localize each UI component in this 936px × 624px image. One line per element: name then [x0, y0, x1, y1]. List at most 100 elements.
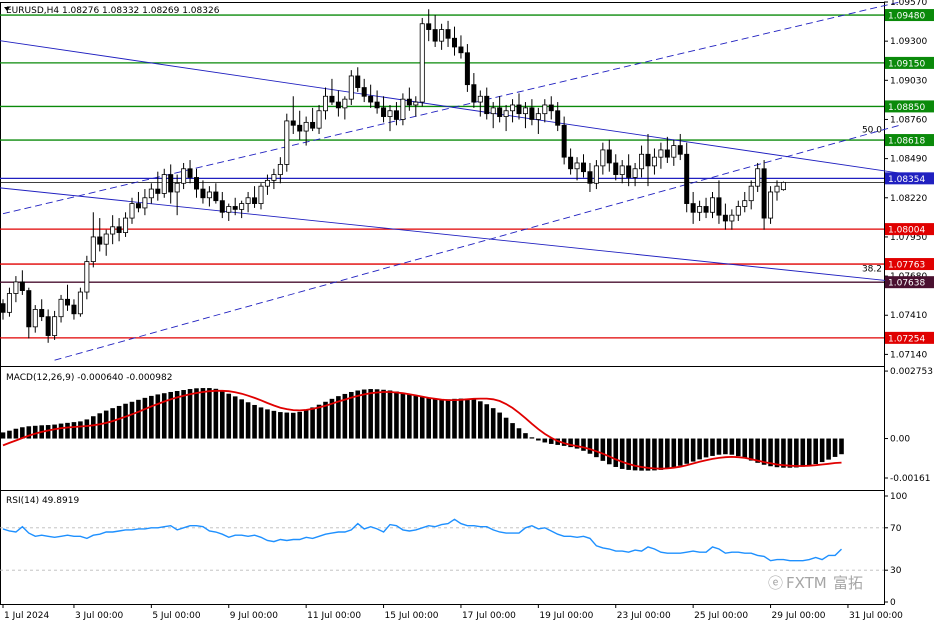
- candle-body: [355, 75, 361, 88]
- watermark-icon: ⓔ: [768, 574, 783, 592]
- candle-body: [65, 298, 71, 306]
- macd-histogram-bar: [794, 438, 799, 468]
- macd-histogram-bar: [0, 432, 6, 439]
- candle-body: [368, 95, 374, 103]
- candle-body: [219, 200, 225, 213]
- candle-body: [129, 203, 135, 219]
- candle-body: [284, 120, 290, 165]
- candle-body: [271, 174, 277, 181]
- time-tick-label: 3 Jul 00:00: [75, 611, 124, 621]
- rsi-tick-label: 30: [890, 566, 902, 576]
- candle-body: [26, 290, 32, 328]
- candle-body: [471, 84, 477, 103]
- candle-body: [174, 182, 180, 193]
- macd-histogram-bar: [458, 398, 464, 439]
- macd-histogram-bar: [665, 438, 670, 469]
- candle-body: [426, 23, 432, 30]
- rsi-tick-label: 0: [890, 598, 896, 608]
- candle-body: [684, 153, 690, 204]
- candle-body: [522, 107, 528, 115]
- macd-histogram-bar: [97, 413, 103, 439]
- price-pane-frame: [0, 2, 885, 367]
- macd-histogram-bar: [684, 438, 689, 464]
- time-tick-label: 31 Jul 00:00: [849, 611, 903, 621]
- candle-body: [671, 145, 677, 158]
- candle-body: [780, 182, 786, 191]
- candle-body: [690, 203, 696, 213]
- level-price-label: 1.09480: [888, 12, 925, 22]
- candle-body: [606, 149, 612, 164]
- macd-histogram-bar: [187, 389, 193, 439]
- candle-body: [677, 145, 683, 155]
- macd-histogram-bar: [52, 424, 57, 439]
- time-tick-label: 9 Jul 00:00: [230, 611, 279, 621]
- macd-histogram-bar: [768, 438, 773, 467]
- price-tick-label: 1.07410: [890, 311, 927, 321]
- candle-body: [761, 168, 767, 219]
- macd-histogram-bar: [226, 393, 232, 439]
- candle-body: [374, 101, 380, 109]
- time-tick-label: 17 Jul 00:00: [462, 611, 516, 621]
- candle-body: [103, 233, 109, 245]
- macd-histogram-bar: [374, 389, 380, 439]
- macd-histogram-bar: [652, 438, 657, 471]
- candle-body: [484, 95, 490, 115]
- candle-body: [142, 197, 148, 209]
- macd-histogram-bar: [181, 390, 186, 439]
- macd-pane-title: MACD(12,26,9) -0.000640 -0.000982: [6, 373, 172, 383]
- macd-histogram-bar: [703, 438, 709, 458]
- candle-body: [432, 29, 438, 42]
- macd-histogram-bar: [84, 419, 90, 439]
- candle-body: [645, 153, 651, 167]
- price-tick-label: 1.09030: [890, 76, 927, 86]
- macd-histogram-bar: [839, 438, 844, 455]
- rsi-pane-title: RSI(14) 49.8919: [6, 496, 79, 506]
- candle-body: [600, 149, 606, 167]
- candle-body: [755, 168, 761, 187]
- macd-histogram-bar: [510, 423, 515, 439]
- macd-histogram-bar: [445, 399, 451, 439]
- macd-histogram-bar: [200, 388, 206, 439]
- candle-body: [58, 298, 64, 318]
- macd-histogram-bar: [258, 407, 264, 439]
- candle-body: [39, 309, 45, 318]
- macd-histogram-bar: [303, 409, 309, 439]
- candle-body: [555, 110, 561, 126]
- macd-histogram-bar: [729, 438, 735, 455]
- candle-body: [451, 37, 457, 48]
- macd-histogram-bar: [368, 389, 373, 439]
- macd-histogram-bar: [716, 438, 722, 455]
- level-price-label: 1.07254: [888, 334, 925, 344]
- candle-body: [239, 203, 245, 210]
- candle-body: [348, 75, 354, 100]
- candle-body: [651, 156, 657, 167]
- chart-window[interactable]: 50.0 38.2 1.09570 1.09300 1.09030 1.08760 1.0…: [0, 0, 936, 624]
- macd-tick-label: -0.00161: [890, 474, 930, 484]
- price-tick-label: 1.08760: [890, 115, 927, 125]
- candle-body: [419, 23, 425, 103]
- macd-histogram-bar: [316, 404, 322, 439]
- candle-body: [722, 214, 728, 222]
- macd-histogram-bar: [278, 412, 283, 439]
- macd-histogram-bar: [478, 401, 483, 439]
- macd-histogram-bar: [155, 394, 161, 439]
- macd-histogram-bar: [355, 390, 361, 439]
- macd-histogram-bar: [645, 438, 651, 471]
- macd-histogram-bar: [529, 437, 535, 439]
- candle-body: [335, 101, 341, 109]
- level-price-label: 1.09150: [888, 59, 925, 69]
- macd-histogram-bar: [161, 393, 167, 439]
- candle-body: [148, 188, 154, 199]
- macd-histogram-bar: [142, 397, 148, 439]
- time-tick-label: 1 Jul 2024: [4, 611, 49, 621]
- macd-histogram-bar: [516, 428, 522, 439]
- macd-histogram-bar: [806, 438, 812, 466]
- candle-body: [729, 214, 735, 222]
- candle-body: [213, 191, 219, 202]
- candle-body: [252, 197, 258, 204]
- candle-body: [181, 168, 187, 184]
- candle-body: [206, 191, 212, 199]
- watermark-suffix: 富拓: [833, 574, 863, 592]
- level-price-label: 1.08618: [888, 137, 925, 147]
- macd-histogram-bar: [252, 404, 257, 439]
